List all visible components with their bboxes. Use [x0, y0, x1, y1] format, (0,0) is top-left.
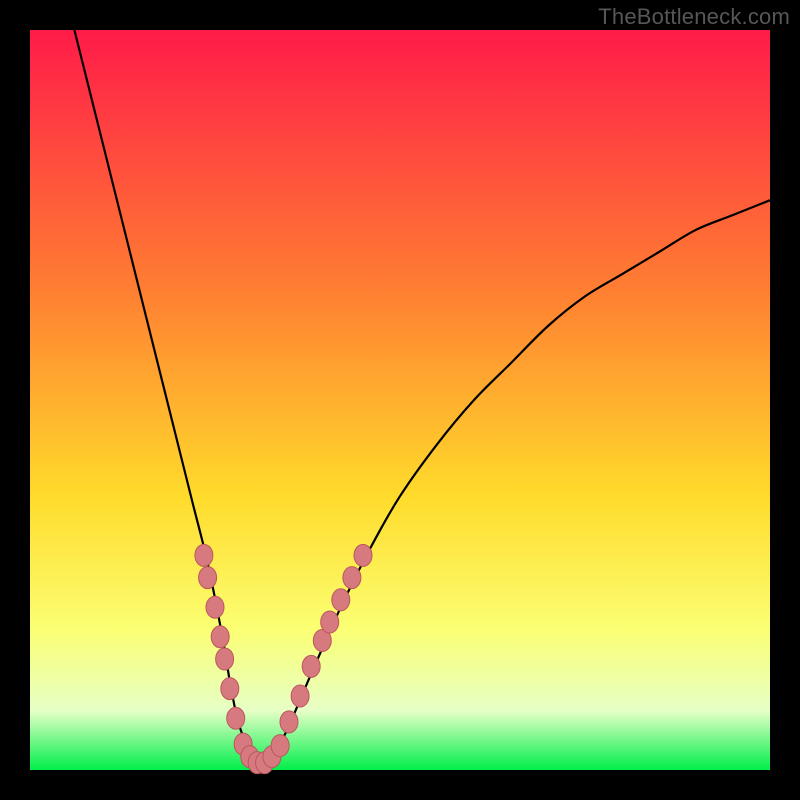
highlight-marker	[195, 544, 213, 566]
highlight-marker	[211, 626, 229, 648]
highlight-marker	[227, 707, 245, 729]
highlight-marker	[354, 544, 372, 566]
bottleneck-curve	[74, 30, 770, 764]
highlight-marker	[343, 567, 361, 589]
highlight-marker	[321, 611, 339, 633]
highlight-marker	[206, 596, 224, 618]
chart-frame: TheBottleneck.com	[0, 0, 800, 800]
highlight-marker	[280, 711, 298, 733]
highlight-marker	[221, 678, 239, 700]
highlight-marker	[291, 685, 309, 707]
highlight-marker	[302, 655, 320, 677]
highlight-marker	[216, 648, 234, 670]
highlight-marker	[332, 589, 350, 611]
highlight-marker	[199, 567, 217, 589]
chart-svg	[0, 0, 800, 800]
highlight-marker	[271, 735, 289, 757]
